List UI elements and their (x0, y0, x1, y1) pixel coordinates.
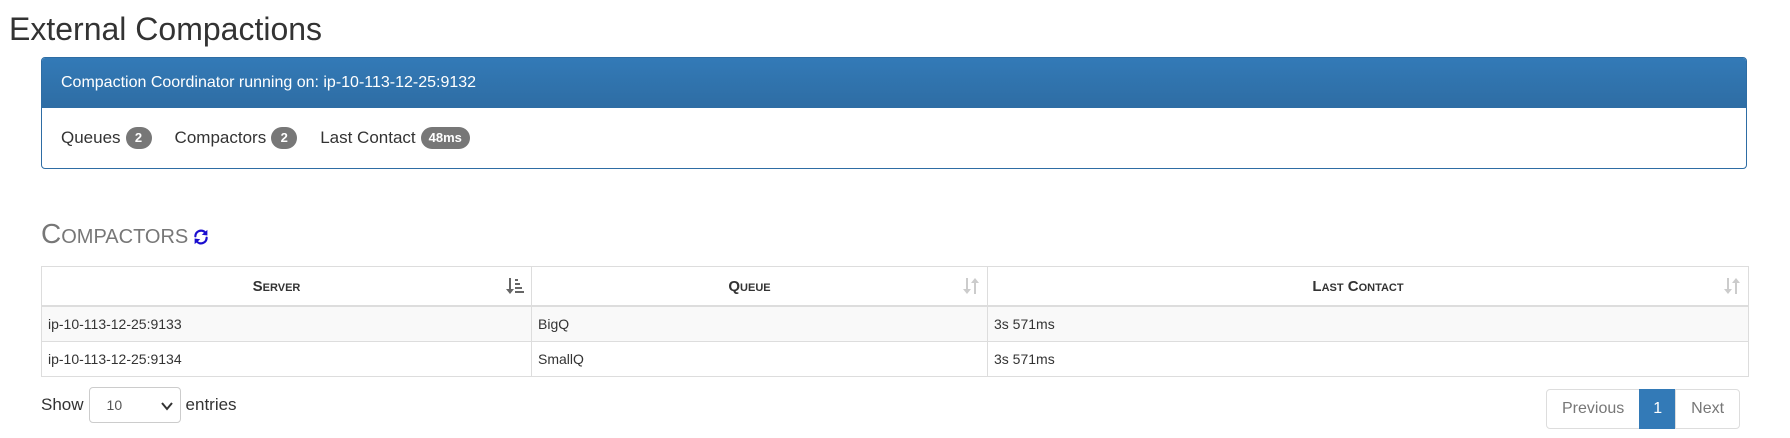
pagination-previous-button[interactable]: Previous (1546, 389, 1641, 429)
stat-queues-label: Queues (61, 128, 121, 147)
table-header-row: Server Queue Last Contact (41, 266, 1749, 307)
table-row: ip-10-113-12-25:9134 SmallQ 3s 571ms (41, 341, 1749, 377)
column-header-queue[interactable]: Queue (531, 266, 988, 307)
refresh-icon[interactable] (192, 228, 210, 246)
sort-ascending-icon (506, 278, 524, 294)
sort-both-icon (963, 278, 979, 294)
column-header-last-contact[interactable]: Last Contact (987, 266, 1749, 307)
stat-last-contact-badge: 48ms (420, 127, 470, 149)
compactors-title-text: Compactors (41, 218, 189, 249)
cell-last-contact: 3s 571ms (987, 341, 1749, 377)
compactors-table: Server Queue Last Contact ip-10-113-12-2… (41, 266, 1749, 377)
compactors-table-wrapper: Server Queue Last Contact ip-10-113-12-2… (41, 266, 1749, 377)
entries-length-control: Show 10 entries (41, 387, 237, 423)
sort-both-icon (1724, 278, 1740, 294)
table-row: ip-10-113-12-25:9133 BigQ 3s 571ms (41, 305, 1749, 342)
pagination-next-button[interactable]: Next (1675, 389, 1741, 429)
entries-per-page-select[interactable]: 10 (88, 387, 181, 423)
column-header-server[interactable]: Server (41, 266, 532, 307)
cell-server: ip-10-113-12-25:9133 (41, 305, 532, 342)
stat-last-contact: Last Contact 48ms (320, 127, 470, 149)
length-suffix: entries (185, 395, 237, 414)
coordinator-stats: Queues 2 Compactors 2 Last Contact 48ms (42, 108, 1746, 168)
column-header-server-label: Server (252, 277, 301, 295)
cell-last-contact: 3s 571ms (987, 305, 1749, 342)
compactors-title: Compactors (41, 214, 210, 254)
coordinator-panel: Compaction Coordinator running on: ip-10… (41, 57, 1747, 169)
page-title: External Compactions (9, 11, 323, 47)
page: External Compactions Compaction Coordina… (0, 0, 1790, 438)
stat-queues: Queues 2 (61, 127, 152, 149)
cell-queue: BigQ (531, 305, 988, 342)
length-prefix: Show (41, 395, 84, 414)
pagination: Previous 1 Next (1546, 389, 1741, 429)
stat-queues-badge: 2 (125, 127, 152, 149)
cell-server: ip-10-113-12-25:9134 (41, 341, 532, 377)
cell-queue: SmallQ (531, 341, 988, 377)
stat-last-contact-label: Last Contact (320, 128, 416, 147)
chevron-down-icon (160, 402, 173, 411)
entries-per-page-value: 10 (106, 397, 123, 413)
column-header-queue-label: Queue (728, 277, 771, 295)
stat-compactors: Compactors 2 (175, 127, 298, 149)
stat-compactors-label: Compactors (174, 128, 267, 147)
pagination-page-1-button[interactable]: 1 (1639, 389, 1677, 429)
stat-compactors-badge: 2 (271, 127, 298, 149)
coordinator-heading: Compaction Coordinator running on: ip-10… (42, 58, 1746, 108)
column-header-last-contact-label: Last Contact (1312, 277, 1404, 295)
